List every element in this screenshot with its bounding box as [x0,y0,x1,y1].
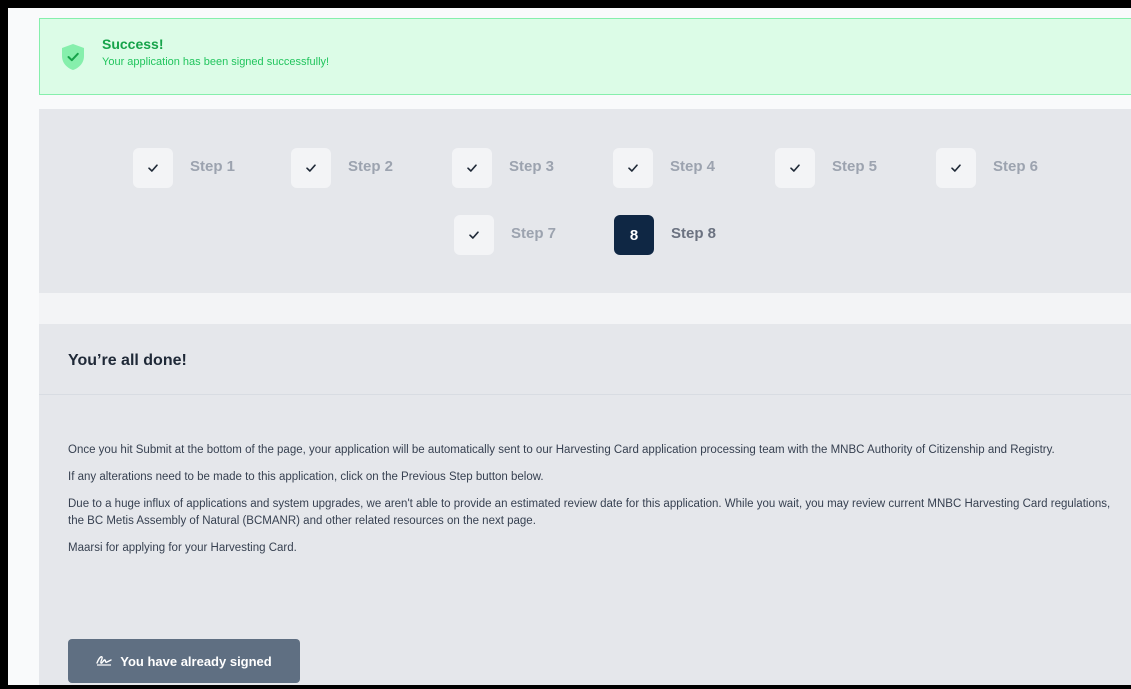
card-body: Once you hit Submit at the bottom of the… [68,442,1118,567]
step-label: Step 4 [670,158,716,175]
section-spacer [39,293,1131,324]
check-icon [452,148,492,188]
check-icon [454,215,494,255]
page-frame: Success! Your application has been signe… [8,8,1131,685]
check-icon [613,148,653,188]
success-alert: Success! Your application has been signe… [39,18,1131,95]
already-signed-button[interactable]: You have already signed [68,639,300,683]
page-title: You’re all done! [68,352,187,369]
paragraph: Maarsi for applying for your Harvesting … [68,542,297,554]
step-label: Step 2 [348,158,394,175]
step-label: Step 1 [190,158,236,175]
check-icon [775,148,815,188]
signature-icon [96,654,112,669]
check-icon [291,148,331,188]
step-label: Step 8 [671,225,717,242]
stepper: Step 1 Step 2 Step 3 Step 4 Step 5 Step … [39,109,1131,293]
alert-title: Success! [102,36,164,52]
card-header: You’re all done! [39,324,1131,395]
button-label: You have already signed [120,653,272,669]
check-icon [936,148,976,188]
paragraph: Once you hit Submit at the bottom of the… [68,444,1055,456]
step-label: Step 6 [993,158,1039,175]
step-number: 8 [614,215,654,255]
paragraph: If any alterations need to be made to th… [68,471,544,483]
step-label: Step 7 [511,225,557,242]
completion-card: You’re all done! Once you hit Submit at … [39,324,1131,685]
alert-message: Your application has been signed success… [102,56,330,68]
check-icon [133,148,173,188]
step-label: Step 3 [509,158,555,175]
paragraph: Due to a huge influx of applications and… [68,498,1111,527]
shield-check-icon [60,43,86,71]
step-label: Step 5 [832,158,878,175]
